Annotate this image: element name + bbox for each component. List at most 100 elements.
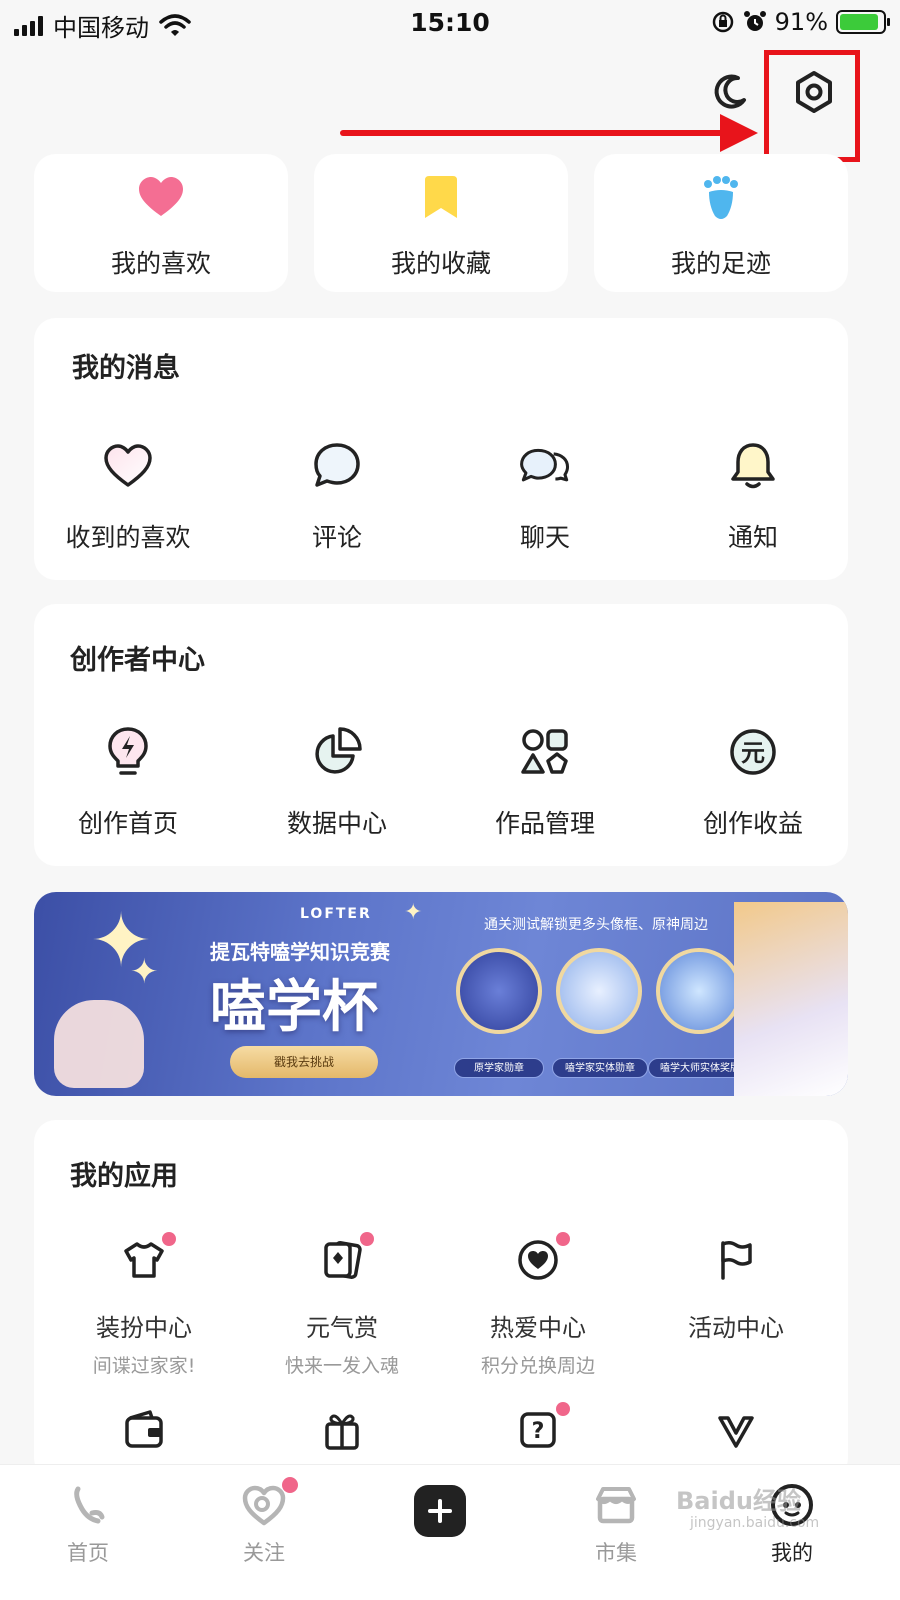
flag-icon: [721, 1240, 752, 1280]
nav-follow[interactable]: 关注: [204, 1477, 324, 1567]
apps-card: 我的应用 装扮中心 间谍过家家! 元气赏 快来一发入魂 热爱中心 积分兑换周边 …: [34, 1120, 848, 1480]
messages-card: 我的消息 收到的喜欢 评论 聊天 通知: [34, 318, 848, 580]
annotation-arrow-head: [720, 114, 758, 152]
shapes-grid-icon: [521, 729, 568, 774]
cards-icon: [324, 1241, 362, 1279]
creator-home-item[interactable]: 创作首页: [24, 726, 232, 840]
lightbulb-icon: [108, 727, 148, 775]
genki-reward-sub: 快来一发入魂: [284, 1355, 399, 1377]
bookmark-icon: [425, 176, 457, 218]
follow-icon: [242, 1485, 286, 1526]
sparkle-decoration: ✦: [130, 952, 159, 992]
banner-promo-text: 通关测试解锁更多头像框、原神周边: [484, 917, 708, 933]
quick-card-label: 我的喜欢: [110, 249, 211, 278]
quick-card-likes[interactable]: 我的喜欢: [34, 154, 288, 292]
dress-up-center-item[interactable]: 装扮中心 间谍过家家!: [46, 1232, 242, 1378]
activity-center-label: 活动中心: [688, 1314, 784, 1342]
nav-home[interactable]: 首页: [28, 1483, 148, 1567]
creator-earnings-label: 创作收益: [702, 809, 803, 838]
nav-market[interactable]: 市集: [556, 1483, 676, 1567]
v-logo-icon: [718, 1416, 754, 1448]
create-post-button[interactable]: [414, 1485, 466, 1537]
banner-title: 嗑学杯: [210, 974, 378, 1040]
bell-icon: [731, 443, 775, 489]
challenge-button[interactable]: 戳我去挑战: [230, 1046, 378, 1078]
new-dot: [360, 1232, 374, 1246]
wallet-icon: [125, 1410, 163, 1448]
help-icon: ?: [520, 1412, 556, 1448]
received-likes-item[interactable]: 收到的喜欢: [24, 440, 232, 554]
battery-percentage: 91%: [774, 8, 828, 36]
passion-center-sub: 积分兑换周边: [480, 1355, 595, 1377]
svg-text:元: 元: [741, 739, 765, 767]
watermark-url: jingyan.baidu.com: [690, 1515, 820, 1531]
new-dot: [282, 1477, 298, 1493]
nav-market-label: 市集: [595, 1541, 637, 1565]
works-management-label: 作品管理: [494, 809, 595, 838]
new-dot: [556, 1402, 570, 1416]
new-dot: [162, 1232, 176, 1246]
genki-reward-item[interactable]: 元气赏 快来一发入魂: [244, 1232, 440, 1378]
banner-subtitle: 提瓦特嗑学知识竞赛: [210, 940, 390, 964]
status-bar: 中国移动 15:10 91%: [0, 0, 900, 46]
chat-label: 聊天: [519, 523, 570, 552]
promo-banner[interactable]: ✦ ✦ ✦ LOFTER 提瓦特嗑学知识竞赛 嗑学杯 戳我去挑战 通关测试解锁更…: [34, 892, 848, 1096]
badge-medal-3: [656, 948, 742, 1034]
comments-item[interactable]: 评论: [233, 440, 441, 554]
market-icon: [596, 1487, 636, 1524]
badge-caption: 原学家勋章: [454, 1058, 544, 1078]
notifications-item[interactable]: 通知: [649, 440, 857, 554]
creator-earnings-item[interactable]: 元 创作收益: [649, 726, 857, 840]
chat-icon: [520, 448, 570, 482]
sparkle-decoration: ✦: [404, 900, 423, 925]
wallet-item[interactable]: [46, 1408, 242, 1452]
genki-reward-label: 元气赏: [306, 1314, 378, 1342]
works-management-item[interactable]: 作品管理: [441, 726, 649, 840]
quick-card-label: 我的收藏: [390, 249, 491, 278]
dress-up-center-sub: 间谍过家家!: [92, 1355, 196, 1377]
annotation-arrow: [340, 130, 740, 136]
tshirt-icon: [124, 1242, 164, 1278]
badge-medal-1: [456, 948, 542, 1034]
alarm-icon: [743, 11, 766, 31]
apps-title: 我的应用: [70, 1161, 178, 1192]
quick-card-favorites[interactable]: 我的收藏: [314, 154, 568, 292]
banner-brand: LOFTER: [300, 906, 372, 922]
rotation-lock-icon: [712, 11, 733, 33]
highlight-box: [764, 50, 860, 162]
messages-title: 我的消息: [72, 353, 180, 384]
pie-chart-icon: [315, 727, 362, 774]
new-dot: [556, 1232, 570, 1246]
passion-center-item[interactable]: 热爱中心 积分兑换周边: [440, 1232, 636, 1378]
dress-up-center-label: 装扮中心: [96, 1314, 192, 1342]
moon-icon[interactable]: [708, 70, 752, 114]
bottom-nav: 首页 关注 市集 我的 Baidu经验 jingyan.baidu.com: [0, 1464, 900, 1600]
creator-home-label: 创作首页: [77, 809, 178, 838]
watermark-logo: Baidu经验: [676, 1487, 801, 1515]
notifications-label: 通知: [727, 523, 778, 552]
battery-icon: [836, 10, 890, 34]
passion-center-label: 热爱中心: [490, 1314, 586, 1342]
nav-home-label: 首页: [67, 1541, 109, 1565]
comments-label: 评论: [311, 523, 362, 552]
chibi-character-illustration: [54, 1000, 144, 1088]
creator-card: 创作者中心 创作首页 数据中心 作品管理 元 创作收益: [34, 604, 848, 866]
heart-outline-icon: [104, 444, 152, 487]
help-item[interactable]: ?: [440, 1402, 636, 1452]
data-center-item[interactable]: 数据中心: [233, 726, 441, 840]
yuan-coin-icon: 元: [730, 729, 776, 775]
data-center-label: 数据中心: [286, 809, 387, 838]
gift-item[interactable]: [244, 1408, 440, 1452]
activity-center-item[interactable]: 活动中心: [638, 1238, 834, 1343]
nav-follow-label: 关注: [243, 1541, 285, 1565]
v-app-item[interactable]: [638, 1408, 834, 1452]
anime-characters-illustration: [734, 902, 848, 1096]
nav-profile-label: 我的: [771, 1541, 813, 1565]
badge-caption: 嗑学家实体勋章: [552, 1058, 648, 1078]
creator-title: 创作者中心: [70, 645, 205, 676]
quick-card-footprints[interactable]: 我的足迹: [594, 154, 848, 292]
comment-icon: [314, 443, 360, 487]
chat-item[interactable]: 聊天: [441, 440, 649, 554]
heart-icon: [139, 177, 183, 216]
svg-text:?: ?: [532, 1419, 545, 1444]
